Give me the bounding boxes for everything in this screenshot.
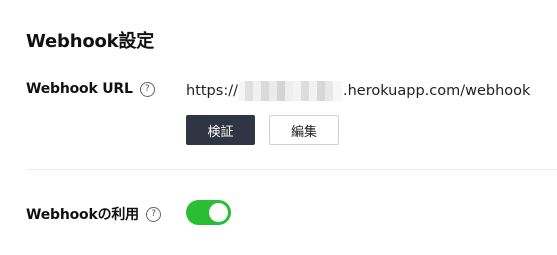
redacted-mask <box>238 81 342 101</box>
divider <box>26 169 557 170</box>
help-icon[interactable]: ? <box>145 206 161 222</box>
edit-button[interactable]: 編集 <box>269 115 339 145</box>
webhook-url-value: https:// .herokuapp.com/webhook <box>186 81 530 101</box>
verify-button[interactable]: 検証 <box>186 115 255 145</box>
help-icon[interactable]: ? <box>139 81 155 97</box>
use-webhook-label-row: Webhookの利用 ? <box>26 204 161 224</box>
webhook-url-label: Webhook URL <box>26 81 133 97</box>
use-webhook-toggle[interactable] <box>186 200 231 225</box>
webhook-url-suffix: .herokuapp.com/webhook <box>342 83 531 99</box>
toggle-knob <box>209 203 228 222</box>
section-title: Webhook設定 <box>26 31 155 52</box>
webhook-url-prefix: https:// <box>186 83 238 99</box>
webhook-url-label-row: Webhook URL ? <box>26 81 155 97</box>
use-webhook-label: Webhookの利用 <box>26 207 139 223</box>
